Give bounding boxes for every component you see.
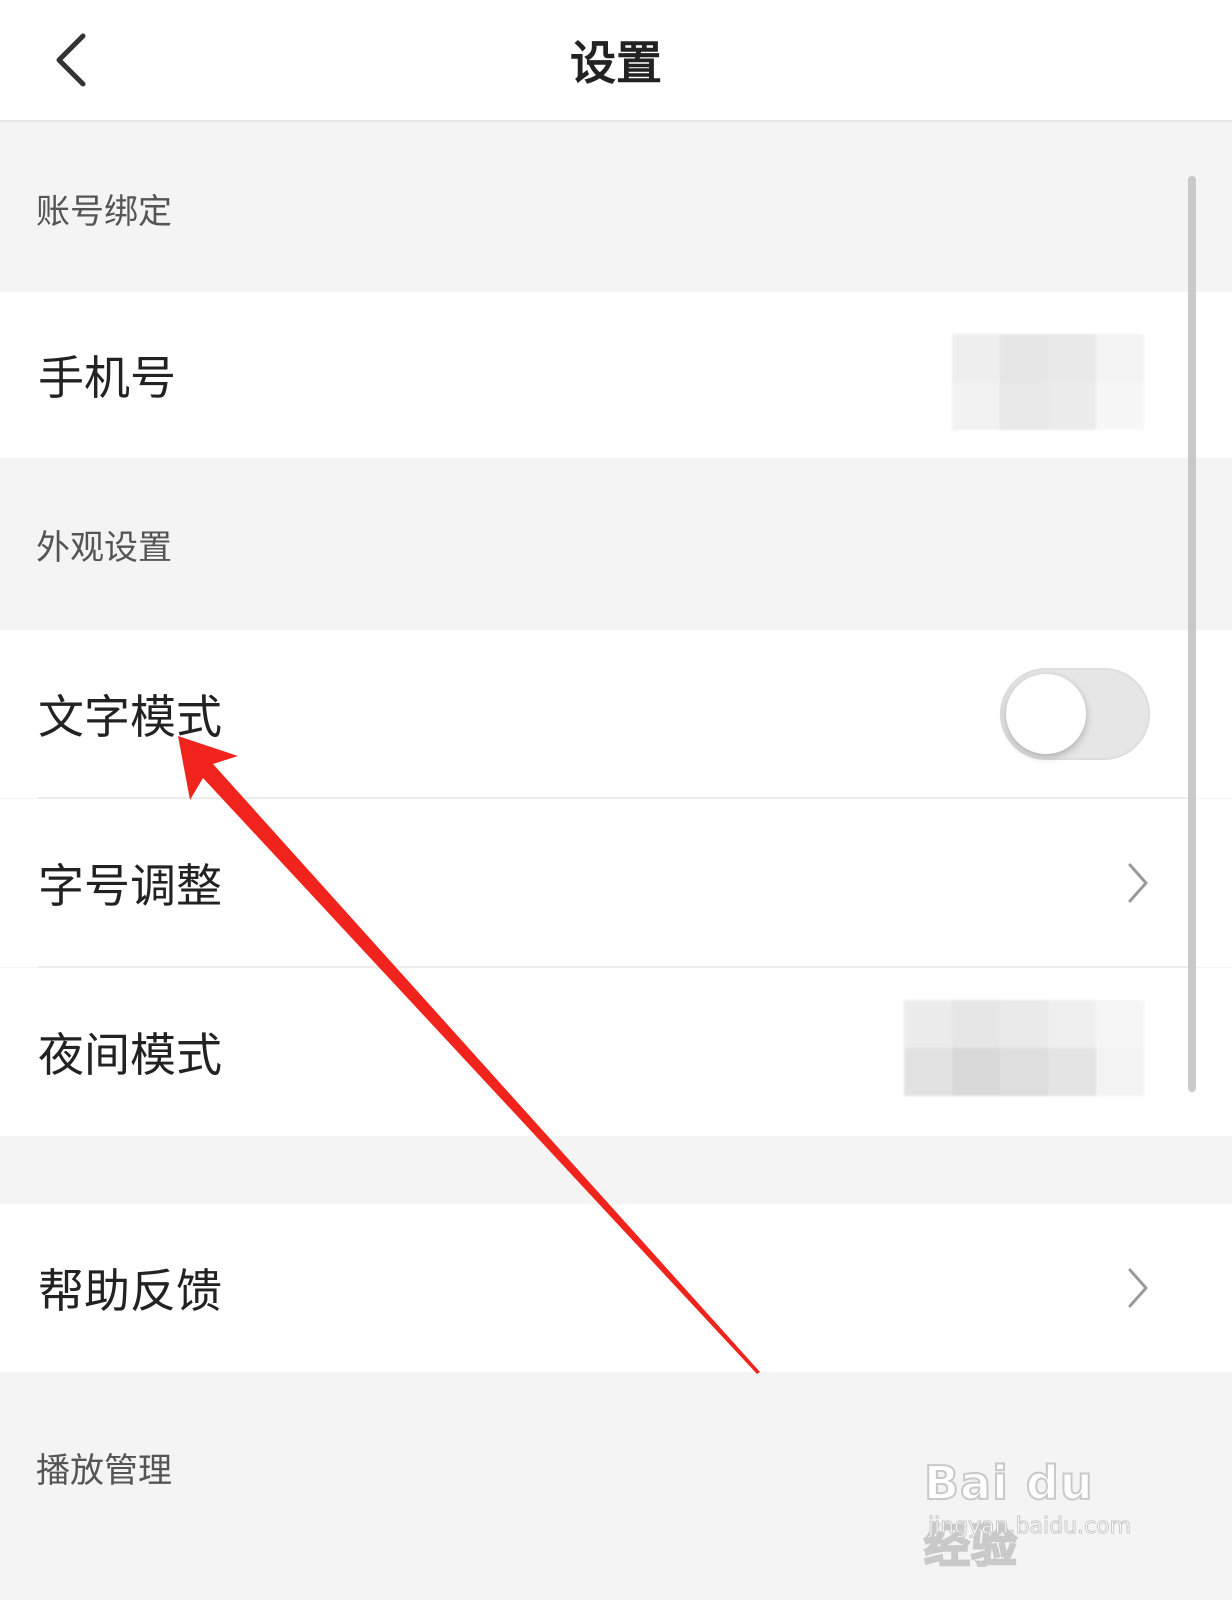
chevron-right-icon — [1118, 1263, 1158, 1313]
night-mode-label: 夜间模式 — [38, 1028, 222, 1082]
night-mode-value-redacted — [904, 1000, 1144, 1096]
section-header-appearance: 外观设置 — [0, 458, 1232, 630]
row-help-feedback[interactable]: 帮助反馈 — [0, 1204, 1232, 1372]
toggle-knob — [1006, 674, 1086, 754]
navigation-bar: 设置 — [0, 0, 1232, 122]
text-mode-toggle[interactable] — [1000, 668, 1150, 760]
text-mode-label: 文字模式 — [38, 690, 222, 744]
watermark-url: jingyan.baidu.com — [927, 1514, 1132, 1540]
phone-value-redacted — [952, 334, 1144, 430]
font-size-label: 字号调整 — [38, 859, 222, 913]
section-spacer — [0, 1136, 1232, 1204]
scrollbar[interactable] — [1188, 176, 1196, 1092]
phone-label: 手机号 — [38, 351, 176, 405]
help-feedback-label: 帮助反馈 — [38, 1264, 222, 1318]
chevron-right-icon — [1118, 858, 1158, 908]
row-font-size[interactable]: 字号调整 — [0, 799, 1232, 967]
watermark: Bai du 经验 jingyan.baidu.com — [923, 1438, 1154, 1574]
section-header-account: 账号绑定 — [0, 124, 1232, 292]
page-title: 设置 — [570, 36, 662, 90]
